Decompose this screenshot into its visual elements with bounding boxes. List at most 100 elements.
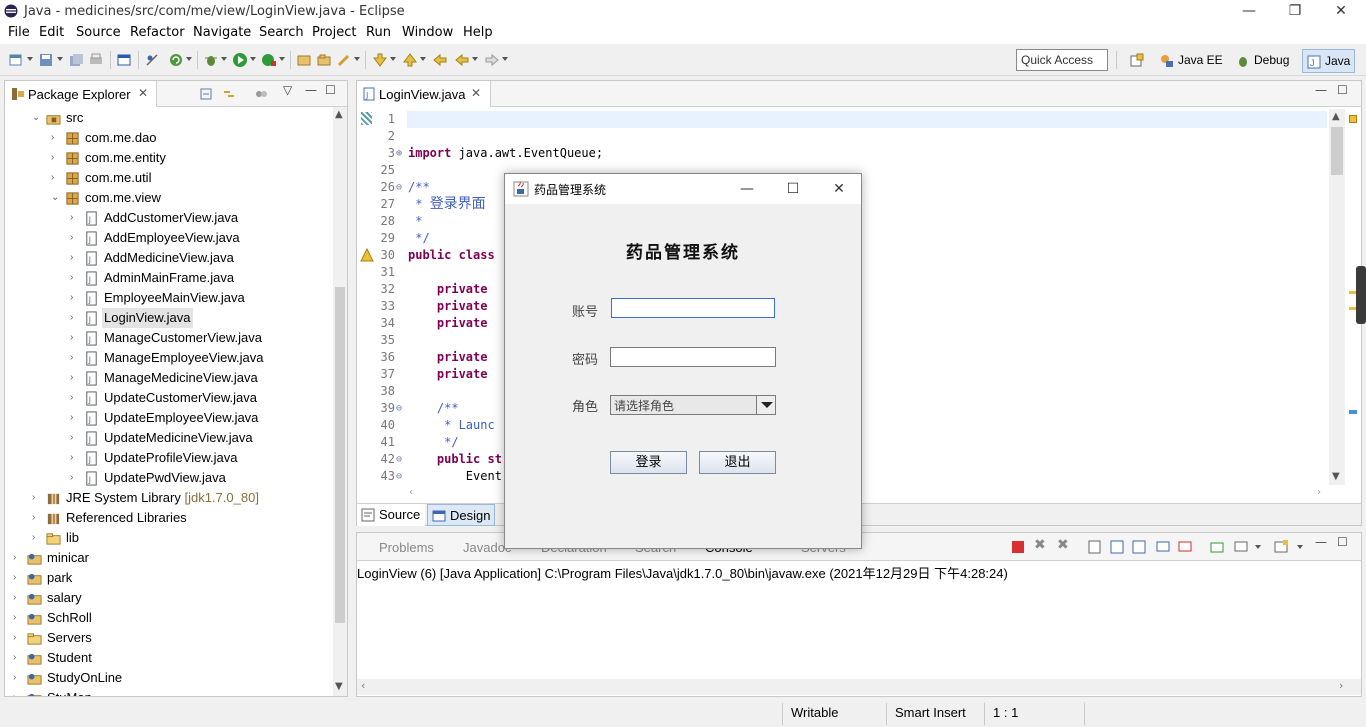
chevron-right-icon[interactable]: › [70, 348, 80, 368]
overview-marker[interactable] [1349, 410, 1357, 414]
tree-item[interactable]: › Servers [5, 628, 330, 648]
menu-refactor[interactable]: Refactor [130, 25, 185, 40]
chevron-right-icon[interactable]: › [51, 128, 61, 148]
chevron-right-icon[interactable]: › [13, 628, 23, 648]
forward-icon[interactable] [484, 52, 500, 68]
account-input[interactable] [611, 298, 775, 318]
debug-icon[interactable] [203, 52, 219, 68]
login-button[interactable]: 登录 [610, 451, 687, 474]
overview-warning-icon[interactable] [1349, 115, 1357, 123]
save-all-icon[interactable] [68, 52, 84, 68]
new-icon[interactable] [8, 52, 24, 68]
tab-source[interactable]: Source [357, 504, 425, 526]
window-minimize-button[interactable]: — [1226, 0, 1272, 22]
external-tools-dropdown-icon[interactable] [279, 57, 285, 61]
tree-item[interactable]: › StudyOnLine [5, 668, 330, 688]
dialog-minimize-button[interactable]: — [724, 174, 770, 204]
remove-all-launches-icon[interactable]: ✖ [1057, 537, 1069, 553]
role-select[interactable]: 请选择角色 [610, 395, 776, 415]
editor-minimize-icon[interactable]: — [1315, 83, 1327, 97]
menu-navigate[interactable]: Navigate [193, 25, 251, 40]
tab-package-explorer[interactable]: Package Explorer ✕ [5, 81, 157, 107]
perspective-java[interactable]: J Java [1302, 49, 1356, 73]
package-explorer-scroll-thumb[interactable] [335, 287, 345, 623]
chevron-down-icon[interactable]: ⌄ [51, 188, 61, 208]
tree-item[interactable]: › lib [5, 528, 330, 548]
tree-item[interactable]: › SchRoll [5, 608, 330, 628]
collapse-all-icon[interactable] [198, 86, 214, 102]
menu-edit[interactable]: Edit [39, 25, 64, 40]
menu-search[interactable]: Search [259, 25, 304, 40]
code-line[interactable]: 2 [357, 128, 1327, 145]
tree-item[interactable]: › J UpdateCustomerView.java [5, 388, 330, 408]
previous-annotation-icon[interactable] [402, 52, 418, 68]
menu-source[interactable]: Source [76, 25, 121, 40]
close-editor-tab-icon[interactable]: ✕ [471, 86, 481, 100]
pin-console-icon[interactable] [1209, 539, 1225, 555]
chevron-right-icon[interactable]: › [13, 588, 23, 608]
collapse-fold-icon[interactable]: ⊖ [396, 468, 402, 485]
editor-scroll-right-icon[interactable]: › [1317, 487, 1321, 498]
console-maximize-icon[interactable]: ☐ [1337, 535, 1348, 549]
console-scroll-right-icon[interactable]: › [1339, 679, 1343, 692]
scroll-down-icon[interactable]: ▼ [335, 681, 343, 692]
chevron-right-icon[interactable]: › [70, 248, 80, 268]
new-dropdown-icon[interactable] [27, 57, 33, 61]
expand-fold-icon[interactable]: ⊕ [396, 145, 402, 162]
chevron-right-icon[interactable]: › [51, 168, 61, 188]
link-with-editor-icon[interactable] [221, 86, 237, 102]
debug-dropdown-icon[interactable] [221, 57, 227, 61]
collapse-fold-icon[interactable]: ⊖ [396, 451, 402, 468]
tree-item[interactable]: › J UpdateProfileView.java [5, 448, 330, 468]
chevron-right-icon[interactable]: › [51, 148, 61, 168]
new-java-project-icon[interactable] [296, 52, 312, 68]
tree-item[interactable]: › J AddMedicineView.java [5, 248, 330, 268]
display-console-dropdown-icon[interactable] [1255, 545, 1261, 549]
tree-item[interactable]: › com.me.entity [5, 148, 330, 168]
tree-item[interactable]: › Student [5, 648, 330, 668]
back-icon[interactable] [454, 52, 470, 68]
next-annotation-dropdown-icon[interactable] [390, 57, 396, 61]
menu-help[interactable]: Help [463, 25, 493, 40]
chevron-right-icon[interactable]: › [13, 608, 23, 628]
editor-scroll-up-icon[interactable]: ▲ [1332, 111, 1340, 122]
code-line[interactable]: 3 ⊕ import java.awt.EventQueue; [357, 145, 1327, 162]
tree-item[interactable]: › Referenced Libraries [5, 508, 330, 528]
tree-item[interactable]: › J AddCustomerView.java [5, 208, 330, 228]
tree-item[interactable]: › J EmployeeMainView.java [5, 288, 330, 308]
chevron-right-icon[interactable]: › [70, 448, 80, 468]
tree-item[interactable]: › minicar [5, 548, 330, 568]
run-dropdown-icon[interactable] [250, 57, 256, 61]
console-horizontal-scrollbar[interactable] [357, 679, 1361, 695]
window-close-button[interactable]: ✕ [1318, 0, 1364, 22]
run-icon[interactable] [232, 52, 248, 68]
tree-item[interactable]: › J AdminMainFrame.java [5, 268, 330, 288]
minimize-view-icon[interactable]: — [305, 83, 317, 97]
collapse-fold-icon[interactable]: ⊖ [396, 179, 402, 196]
tree-item[interactable]: ⌄ com.me.view [5, 188, 330, 208]
menu-window[interactable]: Window [402, 25, 453, 40]
quick-access-input[interactable]: Quick Access [1016, 49, 1108, 71]
open-console-view-icon[interactable] [1273, 539, 1289, 555]
save-icon[interactable] [38, 52, 54, 68]
chevron-right-icon[interactable]: › [70, 468, 80, 488]
console-minimize-icon[interactable]: — [1315, 535, 1327, 549]
exit-button[interactable]: 退出 [699, 451, 776, 474]
chevron-right-icon[interactable]: › [70, 428, 80, 448]
chevron-right-icon[interactable]: › [70, 308, 80, 328]
back-dropdown-icon[interactable] [472, 57, 478, 61]
editor-scroll-thumb[interactable] [1331, 127, 1343, 175]
open-perspective-icon[interactable] [1129, 52, 1145, 68]
editor-scroll-down-icon[interactable]: ▼ [1332, 471, 1340, 482]
scroll-lock-icon[interactable] [1109, 539, 1125, 555]
tree-item[interactable]: ⌄ src [5, 108, 330, 128]
menu-project[interactable]: Project [312, 25, 356, 40]
collapse-fold-icon[interactable]: ⊖ [396, 400, 402, 417]
maximize-view-icon[interactable]: ☐ [325, 83, 336, 97]
window-restore-button[interactable]: ❐ [1272, 0, 1318, 22]
last-edit-location-icon[interactable] [432, 52, 448, 68]
editor-maximize-icon[interactable]: ☐ [1337, 83, 1348, 97]
save-dropdown-icon[interactable] [57, 57, 63, 61]
chevron-right-icon[interactable]: › [70, 368, 80, 388]
scroll-up-icon[interactable]: ▲ [335, 109, 343, 120]
